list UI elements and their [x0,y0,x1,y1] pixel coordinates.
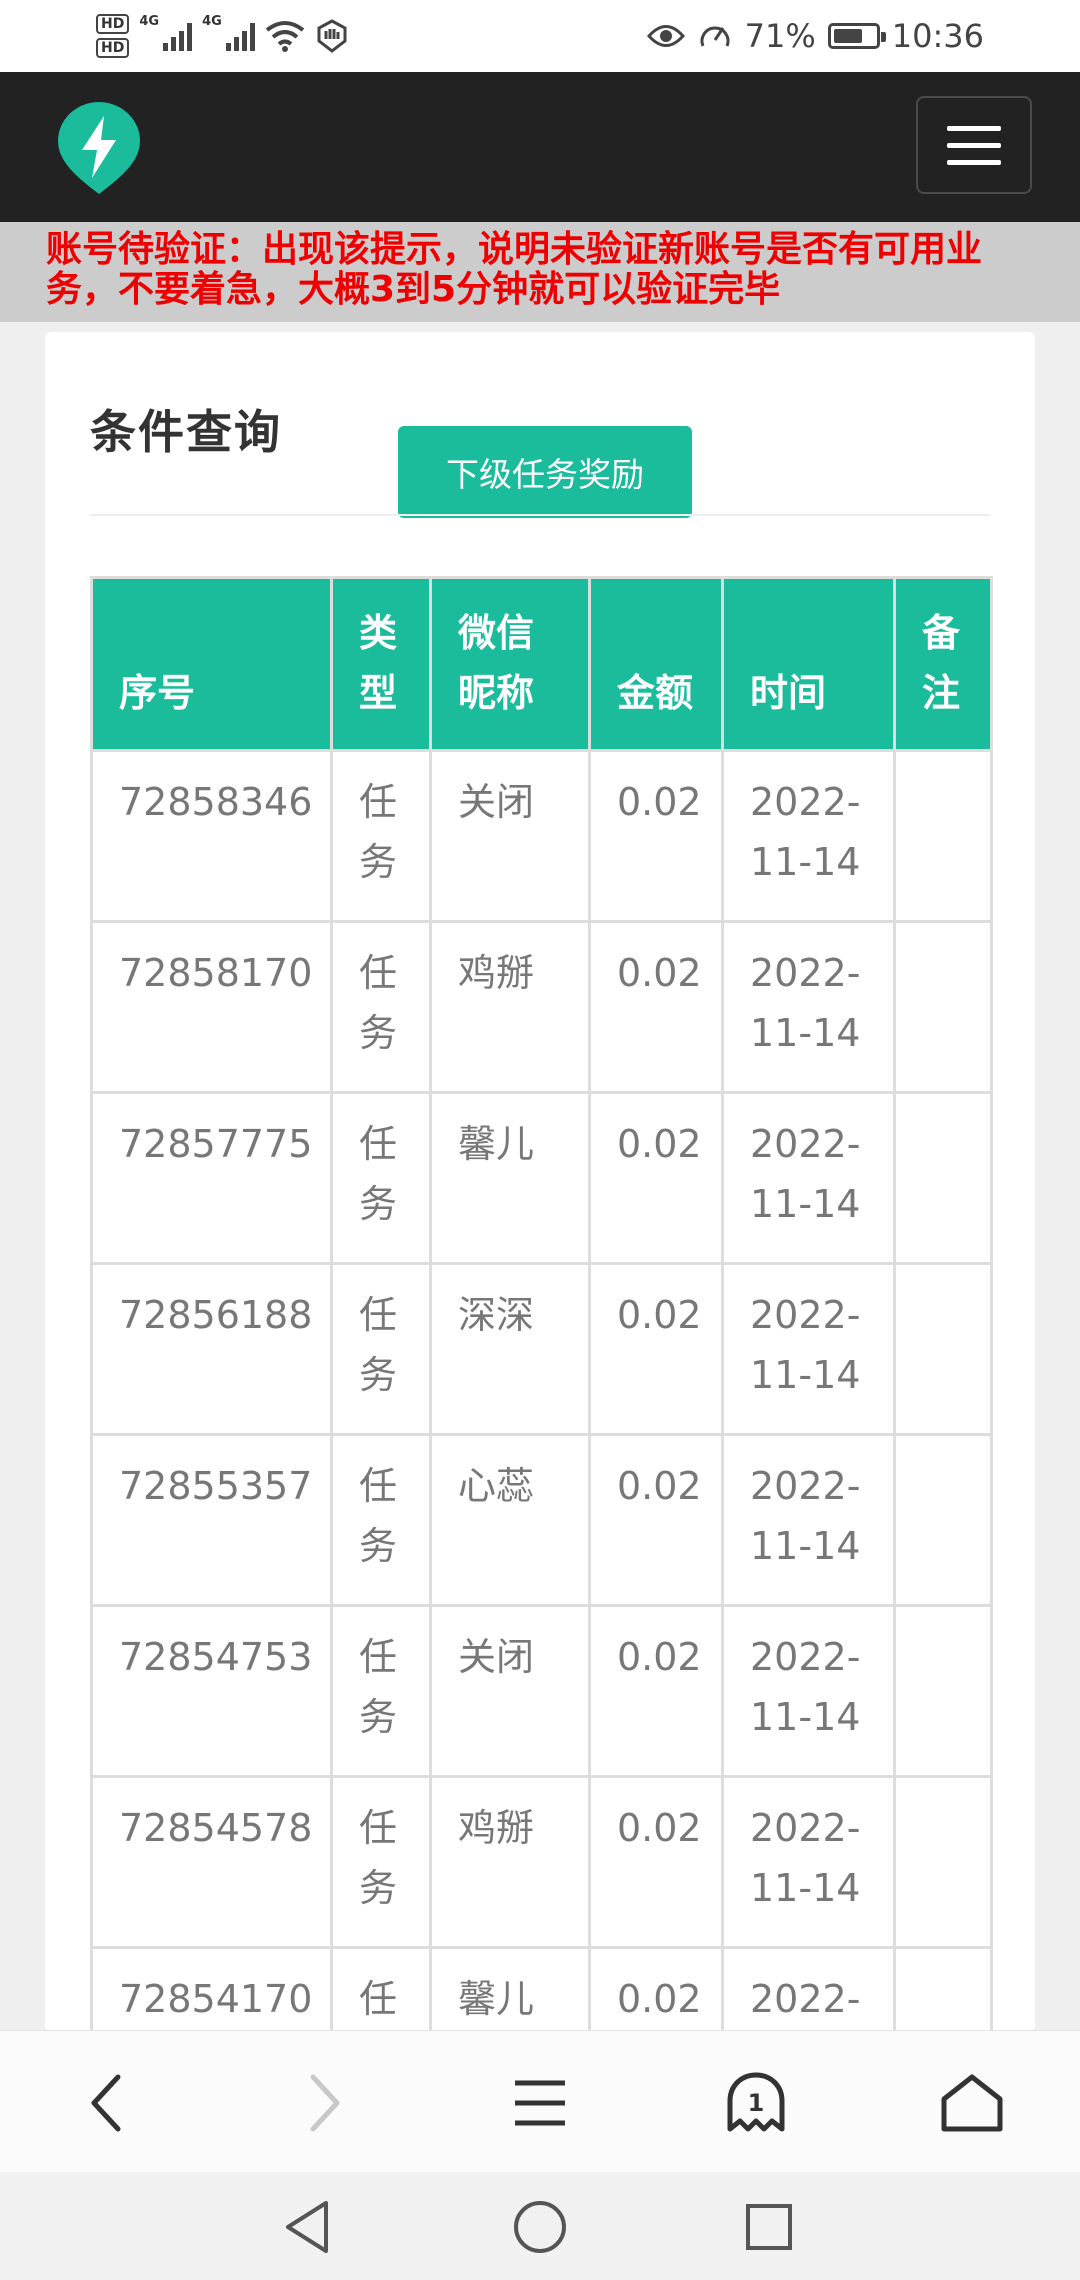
table-header-row: 序号 类型 微信昵称 金额 时间 备注 [90,576,993,752]
sim2-network-label: 4G [202,14,222,29]
system-navigation-bar [0,2172,1080,2280]
cell-nickname: 心蕊 [429,1433,591,1607]
cell-time: 2022-11-14 [721,1604,896,1778]
chevron-right-icon[interactable] [275,2053,375,2153]
cell-amount: 0.02 [588,920,724,1094]
cell-time: 2022-11-14 [721,1091,896,1265]
cell-amount: 0.02 [588,1091,724,1265]
list-menu-icon[interactable] [490,2053,590,2153]
cell-nickname: 关闭 [429,1604,591,1778]
app-header [0,72,1080,222]
signal-icon [163,21,193,51]
home-icon[interactable] [922,2053,1022,2153]
table-row: 72855357 任务 心蕊 0.02 2022-11-14 [90,1433,993,1607]
verification-notice: 账号待验证：出现该提示，说明未验证新账号是否有可用业务，不要着急，大概3到5分钟… [0,222,1080,322]
circle-home-icon[interactable] [505,2192,575,2262]
battery-icon [827,23,886,49]
cell-amount: 0.02 [588,749,724,923]
tabs-count: 1 [748,2089,765,2117]
sim1-network-label: 4G [139,14,160,29]
cell-seq: 72857775 [90,1091,333,1265]
cell-amount: 0.02 [588,1604,724,1778]
cell-type: 任务 [330,1091,432,1265]
battery-percent: 71% [744,17,816,55]
cell-seq: 72854578 [90,1775,333,1949]
card-title: 条件查询 [90,405,282,459]
cell-time: 2022-11-14 [721,749,896,923]
cell-type: 任务 [330,920,432,1094]
cell-time: 2022-11-14 [721,920,896,1094]
cell-note [893,920,993,1094]
speed-gauge-icon [700,26,730,47]
menu-bar [947,125,1001,131]
table-row: 72858346 任务 关闭 0.02 2022-11-14 [90,749,993,923]
cell-seq: 72856188 [90,1262,333,1436]
column-header-amount: 金额 [588,576,724,752]
table-row: 72857775 任务 馨儿 0.02 2022-11-14 [90,1091,993,1265]
column-header-nickname: 微信昵称 [429,576,591,752]
hd-badges: HD HD [96,14,130,58]
status-right: 71% 10:36 [646,6,984,66]
card-header: 条件查询 下级任务奖励 [90,382,990,518]
column-header-time: 时间 [721,576,896,752]
menu-bar [947,159,1001,165]
table-row: 72858170 任务 鸡掰 0.02 2022-11-14 [90,920,993,1094]
cell-note [893,1604,993,1778]
cell-type: 任务 [330,749,432,923]
chevron-left-icon[interactable] [56,2053,156,2153]
cell-time: 2022-11-14 [721,1262,896,1436]
cell-amount: 0.02 [588,1775,724,1949]
cell-time: 2022-11-14 [721,1433,896,1607]
status-bar: HD HD 4G 4G 71% 10:36 [0,0,1080,72]
hand-shield-icon [317,19,347,53]
cell-note [893,1262,993,1436]
cell-type: 任务 [330,1775,432,1949]
signal-icon [225,21,255,51]
table-row: 72856188 任务 深深 0.02 2022-11-14 [90,1262,993,1436]
cell-nickname: 鸡掰 [429,1775,591,1949]
clock-time: 10:36 [891,17,984,55]
table-row: 72854753 任务 关闭 0.02 2022-11-14 [90,1604,993,1778]
cell-seq: 72858346 [90,749,333,923]
cell-seq: 72855357 [90,1433,333,1607]
lightning-bolt-icon[interactable] [56,100,142,196]
wifi-icon [265,21,305,52]
eye-icon [646,25,685,47]
cell-type: 任务 [330,1433,432,1607]
cell-amount: 0.02 [588,1262,724,1436]
square-recents-icon[interactable] [734,2192,804,2262]
cell-nickname: 鸡掰 [429,920,591,1094]
cell-note [893,1775,993,1949]
column-header-note: 备注 [893,576,993,752]
hd-badge-1: HD [96,14,130,34]
table-row: 72854578 任务 鸡掰 0.02 2022-11-14 [90,1775,993,1949]
column-header-type: 类型 [330,576,432,752]
cell-note [893,1433,993,1607]
battery-fill [833,29,863,43]
column-header-seq: 序号 [90,576,333,752]
cell-type: 任务 [330,1262,432,1436]
cell-nickname: 深深 [429,1262,591,1436]
cell-nickname: 关闭 [429,749,591,923]
hamburger-menu-icon[interactable] [916,96,1032,194]
tabs-icon[interactable]: 1 [706,2053,806,2153]
cell-nickname: 馨儿 [429,1091,591,1265]
records-card: 条件查询 下级任务奖励 序号 类型 微信昵称 金额 时间 备注 72858346… [45,332,1035,2120]
cell-note [893,1091,993,1265]
cell-amount: 0.02 [588,1433,724,1607]
status-left: HD HD 4G 4G [96,6,349,66]
hd-badge-2: HD [96,38,130,58]
divider [90,514,990,516]
cell-seq: 72854753 [90,1604,333,1778]
records-table: 序号 类型 微信昵称 金额 时间 备注 72858346 任务 关闭 0.02 … [90,576,993,2120]
cell-seq: 72858170 [90,920,333,1094]
triangle-back-icon[interactable] [272,2192,342,2262]
menu-bar [947,142,1001,148]
cell-note [893,749,993,923]
subordinate-task-reward-button[interactable]: 下级任务奖励 [398,426,692,518]
cell-type: 任务 [330,1604,432,1778]
cell-time: 2022-11-14 [721,1775,896,1949]
browser-toolbar: 1 [0,2030,1080,2173]
